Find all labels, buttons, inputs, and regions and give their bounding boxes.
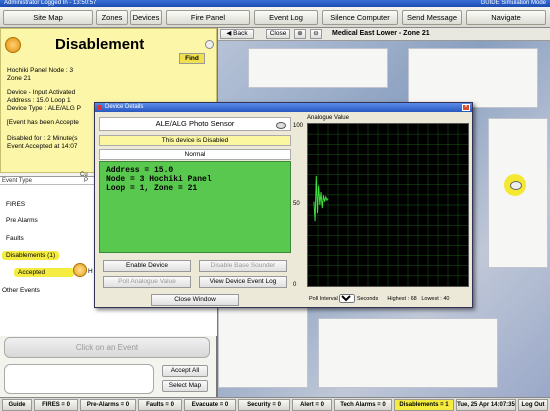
zoom-out-icon[interactable]: ⊖	[310, 29, 322, 39]
status-alert[interactable]: Alert = 0	[292, 399, 332, 411]
dialog-titlebar: Device Details ×	[95, 103, 472, 112]
device-details-dialog: Device Details × ALE/ALG Photo Sensor Th…	[94, 102, 473, 308]
accepted-event-icon[interactable]	[73, 263, 87, 277]
event-line: Zone 21	[7, 75, 31, 82]
status-guide[interactable]: Guide	[2, 399, 32, 411]
close-window-button[interactable]: Close Window	[151, 294, 239, 306]
close-button[interactable]: Close	[266, 29, 290, 39]
analogue-chart	[307, 123, 469, 287]
find-button[interactable]: Find	[179, 53, 205, 64]
fire-panel-button[interactable]: Fire Panel	[166, 10, 250, 25]
map-wall	[318, 318, 498, 388]
poll-interval-row: Poll Interval 1 Seconds Highest : 68 Low…	[309, 294, 449, 303]
bell-icon	[5, 37, 21, 53]
tree-node-other-events[interactable]: Other Events	[2, 287, 40, 294]
map-wall	[248, 48, 388, 88]
map-title: Medical East Lower - Zone 21	[332, 30, 430, 37]
devices-button[interactable]: Devices	[130, 10, 162, 25]
close-icon[interactable]: ×	[462, 104, 470, 111]
event-line: [Event has been Accepte	[7, 119, 79, 126]
site-map-button[interactable]: Site Map	[3, 10, 93, 25]
highest-value: Highest : 68	[387, 296, 417, 302]
seconds-label: Seconds	[356, 296, 379, 302]
disable-base-sounder-button[interactable]: Disable Base Sounder	[199, 260, 287, 272]
event-comment-box[interactable]	[4, 364, 154, 394]
status-bar: Guide FIRES = 0 Pre-Alarms = 0 Faults = …	[0, 397, 550, 411]
event-line: Device - Input Activated	[7, 89, 76, 96]
tree-node-faults[interactable]: Faults	[6, 235, 24, 242]
silence-computer-button[interactable]: Silence Computer	[322, 10, 398, 25]
photo-sensor-icon	[276, 122, 286, 129]
lowest-value: Lowest : 40	[421, 296, 450, 302]
analogue-series-line	[313, 175, 329, 222]
tree-node-fires[interactable]: FIRES	[6, 201, 25, 208]
back-label: Back	[233, 30, 248, 37]
view-event-log-button[interactable]: View Device Event Log	[199, 276, 287, 288]
device-address: Address = 15.0	[106, 166, 174, 175]
status-faults[interactable]: Faults = 0	[138, 399, 182, 411]
back-button[interactable]: ◀ Back	[220, 29, 254, 39]
poll-interval-select[interactable]: 1	[339, 294, 356, 303]
event-log-button[interactable]: Event Log	[254, 10, 318, 25]
tree-col-p: P	[84, 178, 89, 184]
status-tech-alarms[interactable]: Tech Alarms = 0	[334, 399, 392, 411]
status-evacuate[interactable]: Evacuate = 0	[184, 399, 236, 411]
send-message-button[interactable]: Send Message	[402, 10, 462, 25]
event-line: Device Type : ALE/ALG P	[7, 105, 81, 112]
smoke-detector-icon[interactable]	[504, 174, 526, 196]
device-info-panel: Address = 15.0 Node = 3 Hochiki Panel Lo…	[99, 161, 291, 253]
event-line: Address : 15.0 Loop 1	[7, 97, 71, 104]
device-disabled-banner: This device is Disabled	[99, 135, 291, 146]
dialog-title: Device Details	[105, 104, 144, 110]
status-security[interactable]: Security = 0	[238, 399, 290, 411]
dialog-app-icon	[97, 105, 102, 110]
status-fires[interactable]: FIRES = 0	[34, 399, 78, 411]
navigate-button[interactable]: Navigate	[466, 10, 546, 25]
device-type-label: ALE/ALG Photo Sensor	[155, 119, 235, 128]
zones-button[interactable]: Zones	[96, 10, 128, 25]
device-state: Normal	[99, 149, 291, 160]
info-icon[interactable]	[205, 40, 214, 49]
log-out-button[interactable]: Log Out	[518, 399, 548, 411]
device-loop-zone: Loop = 1, Zone = 21	[106, 184, 198, 193]
enable-device-button[interactable]: Enable Device	[103, 260, 191, 272]
tree-node-accepted-suffix: H	[88, 268, 93, 275]
map-wall	[408, 48, 538, 108]
device-type: ALE/ALG Photo Sensor	[99, 117, 291, 131]
title-bar: Administrator Logged In - 13:50:57 GUIDE…	[0, 0, 550, 7]
select-map-button[interactable]: Select Map	[162, 380, 208, 392]
title-left: Administrator Logged In - 13:50:57	[4, 0, 97, 6]
top-toolbar: Site Map Zones Devices Fire Panel Event …	[0, 7, 550, 28]
analogue-label: Analogue Value	[307, 115, 349, 121]
tree-col-event-type: Event Type	[2, 178, 32, 184]
status-datetime: Tue, 25 Apr 14:07:35	[456, 399, 516, 411]
event-line: Event Accepted at 14:07	[7, 143, 78, 150]
status-pre-alarms[interactable]: Pre-Alarms = 0	[80, 399, 136, 411]
y-tick-50: 50	[293, 201, 300, 207]
poll-analogue-button[interactable]: Poll Analogue Value	[103, 276, 191, 288]
click-on-event-button[interactable]: Click on an Event	[4, 337, 210, 358]
tree-node-disablements[interactable]: Disablements (1)	[2, 251, 60, 260]
device-node: Node = 3 Hochiki Panel	[106, 175, 212, 184]
event-title: Disablement	[55, 36, 145, 53]
event-line: Disabled for : 2 Minute(s	[7, 135, 78, 142]
y-tick-0: 0	[293, 282, 297, 288]
event-line: Hochiki Panel Node : 3	[7, 67, 74, 74]
map-toolbar: ◀ Back Close ⊕ ⊖ Medical East Lower - Zo…	[218, 28, 550, 41]
title-right: GUIDE Simulation Mode	[480, 0, 546, 6]
y-tick-100: 100	[293, 123, 304, 129]
accept-all-button[interactable]: Accept All	[162, 365, 208, 377]
status-disablements[interactable]: Disablements = 1	[394, 399, 454, 411]
tree-node-pre-alarms[interactable]: Pre Alarms	[6, 217, 38, 224]
tree-node-accepted[interactable]: Accepted	[14, 268, 74, 277]
poll-interval-label: Poll Interval	[309, 296, 338, 302]
zoom-in-icon[interactable]: ⊕	[294, 29, 306, 39]
